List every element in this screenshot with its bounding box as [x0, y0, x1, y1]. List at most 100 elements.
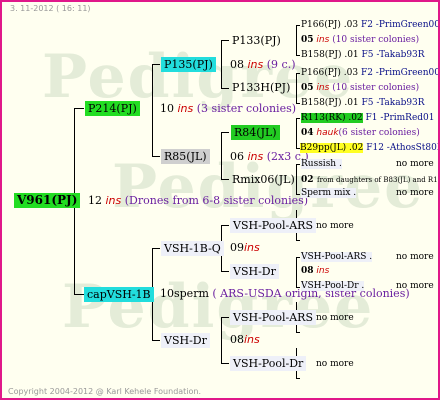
connector [152, 248, 160, 249]
ins-marker: ins [244, 333, 260, 346]
connector [296, 73, 300, 74]
sire-sire-id[interactable]: VSH-Dr [161, 333, 210, 348]
root-note: (Drones from 6-8 sister colonies) [124, 194, 309, 207]
connector [221, 225, 229, 226]
no-more-label: no more [396, 281, 434, 291]
generation-number: 04 [301, 128, 314, 138]
ins-marker: ins [316, 83, 330, 93]
generation-number: 05 [301, 83, 314, 93]
dam-queen-id[interactable]: P214(PJ) [85, 101, 140, 116]
connector [296, 332, 300, 333]
sire-generation: 10sperm ( ARS-USDA origin, sister coloni… [160, 287, 410, 300]
ins-marker: ins [316, 266, 330, 276]
ancestor-breeder: F5 -Takab93R [361, 98, 425, 108]
connector [221, 317, 229, 318]
dam-sire-id[interactable]: R85(JL) [161, 149, 210, 164]
ancestor-line: Russish . [301, 158, 342, 171]
ins-marker: ins [316, 35, 330, 45]
connector [152, 64, 160, 65]
connector [221, 88, 229, 89]
ancestor-breeder: F12 -AthosSt80R [366, 143, 440, 153]
generation-number: 10 [160, 287, 174, 300]
ancestor-line: 08 ins [301, 265, 329, 278]
ancestor-line: 04 hauk(6 sister colonies) [301, 127, 420, 140]
connector [152, 64, 153, 156]
ancestor-id: Sperm mix . [301, 188, 357, 198]
connector [74, 294, 84, 295]
connector [296, 257, 297, 287]
generation-number: 08 [301, 266, 314, 276]
ancestor-line: R113(RK) .02 F1 -PrimRed01 [301, 112, 435, 125]
dam-note: (3 sister colonies) [196, 102, 297, 115]
connector [296, 25, 300, 26]
ancestor-line: 05 ins (10 sister colonies) [301, 82, 419, 95]
generation-number: 08 [230, 333, 244, 346]
sire-dam-a-id[interactable]: VSH-Pool-ARS [230, 218, 316, 233]
connector [221, 363, 229, 364]
ancestor-breeder: F1 -PrimRed01 [365, 113, 435, 123]
colony-note: from daughters of B83(JL) and R113 [317, 176, 440, 184]
connector [296, 25, 297, 55]
dam-dam-note: (9 c.) [266, 58, 296, 71]
sire-dam-id[interactable]: VSH-1B-Q [161, 241, 224, 256]
ancestor-id: Russish . [301, 159, 342, 169]
ins-marker: ins [247, 58, 264, 71]
dam-sire-dam-id[interactable]: R84(JL) [231, 125, 280, 140]
connector [296, 103, 300, 104]
connector [296, 118, 300, 119]
no-more-label: no more [316, 359, 354, 369]
connector [221, 179, 229, 180]
copyright-footer: Copyright 2004-2012 @ Karl Kehele Founda… [8, 387, 202, 396]
no-more-label: no more [396, 188, 434, 198]
root-queen-id[interactable]: V961(PJ) [14, 193, 81, 208]
generation-number: 08 [230, 58, 244, 71]
no-more-label: no more [396, 252, 434, 262]
dam-generation: 10 ins (3 sister colonies) [160, 102, 296, 115]
ancestor-line: P166(PJ) .03 F2 -PrimGreen00 [301, 19, 440, 32]
colony-note: (10 sister colonies) [332, 83, 420, 93]
dam-dam-dam-id[interactable]: P133(PJ) [232, 34, 281, 47]
generation-number: 12 [88, 194, 102, 207]
ins-marker: hauk [316, 128, 339, 138]
connector [221, 40, 222, 88]
connector [296, 164, 300, 165]
pedigree-frame: { "header": { "date": "3. 11-2012 ( 16: … [0, 0, 440, 400]
connector [152, 156, 160, 157]
connector [221, 271, 229, 272]
ancestor-breeder: F5 -Takab93R [361, 50, 425, 60]
ancestor-line: VSH-Pool-ARS . [301, 251, 373, 264]
connector [296, 257, 300, 258]
print-date: 3. 11-2012 ( 16: 11) [10, 4, 91, 13]
ancestor-line: P166(PJ) .03 F2 -PrimGreen00 [301, 67, 438, 80]
generation-number: 09 [230, 241, 244, 254]
generation-number: 05 [301, 35, 314, 45]
connector [152, 340, 160, 341]
sire-sire-a-id[interactable]: VSH-Pool-ARS [230, 310, 316, 325]
root-generation: 12 ins (Drones from 6-8 sister colonies) [88, 194, 308, 207]
sire-dam-b-id[interactable]: VSH-Dr [230, 264, 279, 279]
connector [296, 118, 297, 148]
dam-sire-sire-id[interactable]: Rmix06(JL) [232, 173, 295, 186]
dam-dam-generation: 08 ins (9 c.) [230, 58, 296, 71]
ancestor-id: B29pp(JL) .02 [300, 143, 364, 153]
ins-marker: ins [244, 241, 260, 254]
connector [221, 40, 229, 41]
sire-sire-b-id[interactable]: VSH-Pool-Dr [230, 356, 307, 371]
connector [74, 108, 84, 109]
sire-dam-generation: 09ins [230, 241, 260, 254]
dam-dam-sire-id[interactable]: P133H(PJ) [232, 81, 290, 94]
sire-id[interactable]: capVSH-1B [84, 287, 154, 302]
connector [296, 378, 300, 379]
ancestor-line: VSH-Pool-Dr . [301, 280, 365, 293]
connector [296, 164, 297, 194]
generation-number: 10 [160, 102, 174, 115]
ancestor-line: B158(PJ) .01 F5 -Takab93R [301, 49, 425, 62]
sire-sire-generation: 08ins [230, 333, 260, 346]
dam-dam-id[interactable]: P135(PJ) [161, 57, 216, 72]
ancestor-id: B158(PJ) .01 [301, 98, 359, 108]
colony-note: (10 sister colonies) [332, 35, 420, 45]
ancestor-breeder: F2 -PrimGreen00 [360, 20, 440, 30]
ancestor-id: P166(PJ) .03 [301, 20, 359, 30]
generation-number: 02 [301, 175, 314, 185]
connector [296, 240, 300, 241]
